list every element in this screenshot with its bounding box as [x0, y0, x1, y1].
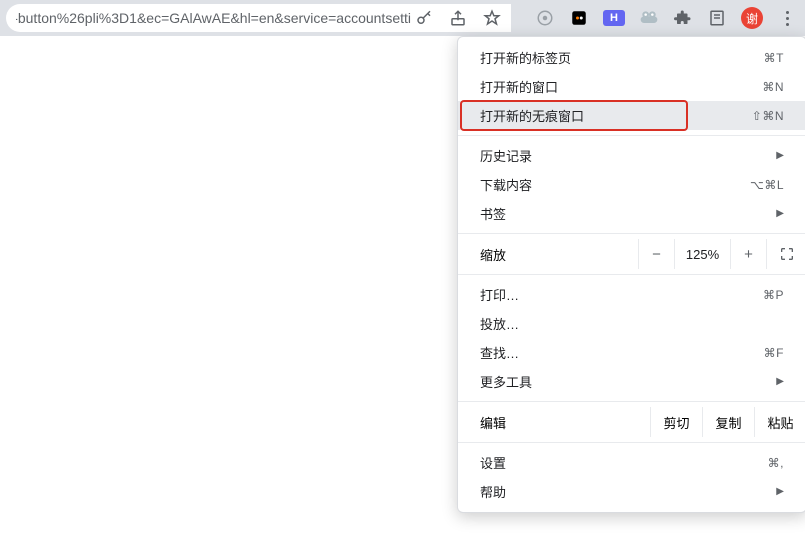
menu-item-label: 设置 [480, 453, 506, 472]
chevron-right-icon: ▶ [776, 376, 784, 387]
extension-icon[interactable] [639, 8, 659, 28]
menu-item-label: 帮助 [480, 482, 506, 501]
extensions-area: H 谢 [535, 7, 797, 29]
menu-separator [458, 233, 805, 234]
menu-item-label: 查找… [480, 343, 519, 362]
share-icon[interactable] [449, 9, 467, 27]
zoom-in-button[interactable]: + [730, 239, 766, 269]
menu-item-label: 打开新的窗口 [480, 77, 558, 96]
reading-list-icon[interactable] [707, 8, 727, 28]
chevron-right-icon: ▶ [776, 486, 784, 497]
menu-bookmarks[interactable]: 书签 ▶ [458, 199, 805, 228]
chevron-right-icon: ▶ [776, 150, 784, 161]
shortcut-text: ⌘F [764, 346, 784, 360]
menu-separator [458, 401, 805, 402]
menu-new-tab[interactable]: 打开新的标签页 ⌘T [458, 43, 805, 72]
menu-settings[interactable]: 设置 ⌘, [458, 448, 805, 477]
menu-history[interactable]: 历史记录 ▶ [458, 141, 805, 170]
menu-item-label: 打开新的标签页 [480, 48, 571, 67]
more-menu-icon[interactable] [777, 11, 797, 26]
menu-find[interactable]: 查找… ⌘F [458, 338, 805, 367]
shortcut-text: ⌥⌘L [750, 178, 784, 192]
browser-toolbar: unt-button%26pli%3D1&ec=GAlAwAE&hl=en&se… [0, 0, 805, 36]
edit-copy-button[interactable]: 复制 [702, 407, 754, 437]
shortcut-text: ⌘P [763, 288, 784, 302]
menu-item-label: 投放… [480, 314, 519, 333]
shortcut-text: ⇧⌘N [752, 109, 784, 123]
menu-new-incognito[interactable]: 打开新的无痕窗口 ⇧⌘N [458, 101, 805, 130]
menu-item-label: 打开新的无痕窗口 [480, 106, 584, 125]
key-icon[interactable] [415, 9, 433, 27]
menu-item-label: 编辑 [480, 413, 650, 432]
menu-item-label: 打印… [480, 285, 519, 304]
menu-edit: 编辑 剪切 复制 粘贴 [458, 407, 805, 437]
address-bar[interactable]: unt-button%26pli%3D1&ec=GAlAwAE&hl=en&se… [6, 4, 511, 32]
menu-downloads[interactable]: 下载内容 ⌥⌘L [458, 170, 805, 199]
extension-icon[interactable] [569, 8, 589, 28]
menu-item-label: 下载内容 [480, 175, 532, 194]
menu-item-label: 更多工具 [480, 372, 532, 391]
edit-paste-button[interactable]: 粘贴 [754, 407, 805, 437]
menu-item-label: 历史记录 [480, 146, 532, 165]
avatar-char: 谢 [746, 10, 758, 27]
menu-item-label: 书签 [480, 204, 506, 223]
menu-zoom: 缩放 − 125% + [458, 239, 805, 269]
bookmark-star-icon[interactable] [483, 9, 501, 27]
extension-icon[interactable]: H [603, 10, 625, 26]
menu-separator [458, 135, 805, 136]
chrome-main-menu: 打开新的标签页 ⌘T 打开新的窗口 ⌘N 打开新的无痕窗口 ⇧⌘N 历史记录 ▶… [457, 36, 805, 513]
chevron-right-icon: ▶ [776, 208, 784, 219]
zoom-out-button[interactable]: − [638, 239, 674, 269]
shortcut-text: ⌘T [764, 51, 784, 65]
extensions-menu-icon[interactable] [673, 8, 693, 28]
menu-help[interactable]: 帮助 ▶ [458, 477, 805, 506]
menu-separator [458, 442, 805, 443]
menu-print[interactable]: 打印… ⌘P [458, 280, 805, 309]
menu-cast[interactable]: 投放… [458, 309, 805, 338]
extension-icon[interactable] [535, 8, 555, 28]
shortcut-text: ⌘N [762, 80, 784, 94]
fullscreen-button[interactable] [766, 239, 805, 269]
menu-new-window[interactable]: 打开新的窗口 ⌘N [458, 72, 805, 101]
menu-separator [458, 274, 805, 275]
shortcut-text: ⌘, [768, 456, 784, 470]
url-text: unt-button%26pli%3D1&ec=GAlAwAE&hl=en&se… [16, 10, 411, 26]
menu-more-tools[interactable]: 更多工具 ▶ [458, 367, 805, 396]
menu-item-label: 缩放 [480, 245, 638, 264]
profile-avatar[interactable]: 谢 [741, 7, 763, 29]
edit-cut-button[interactable]: 剪切 [650, 407, 702, 437]
zoom-level: 125% [674, 239, 730, 269]
